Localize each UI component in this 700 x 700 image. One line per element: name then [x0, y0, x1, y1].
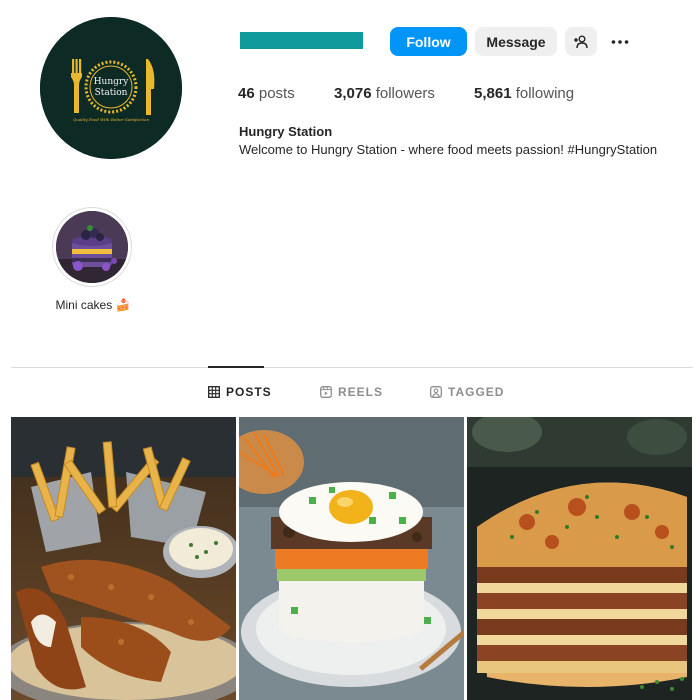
more-horizontal-icon: [611, 39, 629, 44]
chicken-tenders-photo: [11, 417, 236, 700]
svg-text:Station: Station: [95, 88, 128, 98]
svg-text:Quality Food With Better Satis: Quality Food With Better Satisfaction: [73, 117, 149, 122]
follow-button[interactable]: Follow: [390, 27, 467, 56]
followers-count: 3,076: [334, 85, 372, 102]
svg-text:Hungry: Hungry: [94, 77, 130, 87]
rice-bowl-photo: [239, 417, 464, 700]
active-tab-indicator: [208, 366, 264, 368]
following-count: 5,861: [474, 85, 512, 102]
lasagna-photo: [467, 417, 692, 700]
post-tile[interactable]: [467, 417, 692, 700]
more-options-button[interactable]: [605, 27, 635, 56]
post-tile[interactable]: [11, 417, 236, 700]
suggested-accounts-button[interactable]: [565, 27, 597, 56]
profile-avatar[interactable]: Hungry Station Quality Food With Better …: [40, 17, 182, 159]
tab-posts-label: POSTS: [226, 385, 272, 399]
posts-label: posts: [258, 85, 295, 102]
post-tile[interactable]: [239, 417, 464, 700]
following-stat[interactable]: 5,861 following: [474, 85, 574, 102]
mini-cake-image: [56, 211, 128, 283]
hungry-station-logo: Hungry Station Quality Food With Better …: [40, 17, 182, 159]
tabs-divider: [11, 367, 693, 368]
tab-reels-label: REELS: [338, 385, 384, 399]
posts-count: 46: [238, 85, 255, 102]
followers-label: followers: [375, 85, 435, 102]
grid-icon: [208, 386, 220, 398]
tab-posts[interactable]: POSTS: [208, 385, 272, 399]
posts-stat: 46 posts: [238, 85, 295, 102]
tab-tagged-label: TAGGED: [448, 385, 505, 399]
tagged-icon: [430, 386, 442, 398]
profile-bio: Welcome to Hungry Station - where food m…: [239, 142, 658, 157]
following-label: following: [515, 85, 575, 102]
story-highlight[interactable]: [52, 207, 132, 287]
reels-icon: [320, 386, 332, 398]
tab-tagged[interactable]: TAGGED: [430, 385, 504, 399]
tab-reels[interactable]: REELS: [320, 385, 383, 399]
message-button[interactable]: Message: [475, 27, 557, 56]
highlight-label: Mini cakes 🍰: [55, 298, 131, 312]
username-redacted-bar: [240, 32, 363, 49]
profile-name: Hungry Station: [239, 124, 333, 139]
followers-stat[interactable]: 3,076 followers: [334, 85, 435, 102]
person-add-icon: [574, 35, 588, 48]
highlight-cover: [56, 211, 128, 283]
